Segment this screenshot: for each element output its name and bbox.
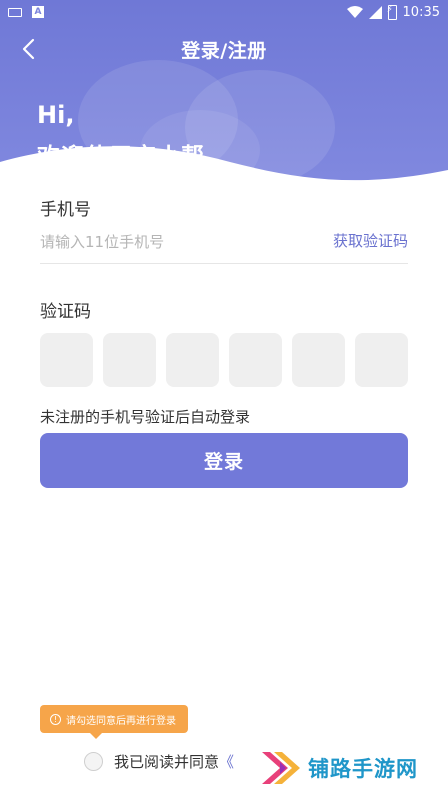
wifi-icon	[346, 6, 363, 18]
code-input-group	[40, 333, 408, 387]
code-box[interactable]	[355, 333, 408, 387]
watermark-logo-icon	[262, 752, 300, 784]
code-box[interactable]	[103, 333, 156, 387]
auto-login-hint: 未注册的手机号验证后自动登录	[40, 408, 251, 426]
nav-bar: 登录/注册	[0, 24, 448, 72]
greeting-welcome: 欢迎使用恋小帮	[37, 144, 205, 170]
agreement-row: 我已阅读并同意 《	[84, 750, 234, 772]
phone-input[interactable]	[40, 228, 310, 256]
watermark: 铺路手游网	[260, 744, 448, 792]
greeting-hi: Hi,	[37, 101, 75, 129]
page-title: 登录/注册	[181, 40, 267, 62]
code-box[interactable]	[40, 333, 93, 387]
tooltip-text: 请勾选同意后再进行登录	[66, 715, 176, 727]
get-code-button[interactable]: 获取验证码	[333, 230, 408, 251]
agreement-tooltip: ! 请勾选同意后再进行登录	[40, 705, 188, 739]
info-icon: !	[50, 713, 61, 725]
notification-a-icon: A	[32, 6, 44, 18]
signal-icon	[368, 5, 382, 19]
battery-icon	[387, 4, 397, 20]
phone-row: 获取验证码	[40, 228, 408, 264]
agreement-text: 我已阅读并同意	[114, 752, 220, 771]
watermark-text: 铺路手游网	[308, 757, 418, 781]
agreement-link[interactable]: 《	[219, 751, 234, 772]
phone-label: 手机号	[40, 200, 91, 220]
status-bar: A 10:35	[0, 0, 448, 24]
keyboard-icon	[8, 7, 22, 17]
code-box[interactable]	[292, 333, 345, 387]
agreement-checkbox[interactable]	[84, 751, 103, 771]
code-label: 验证码	[40, 302, 91, 322]
code-box[interactable]	[166, 333, 219, 387]
code-box[interactable]	[229, 333, 282, 387]
login-button[interactable]: 登录	[40, 433, 408, 488]
status-time: 10:35	[402, 4, 440, 20]
